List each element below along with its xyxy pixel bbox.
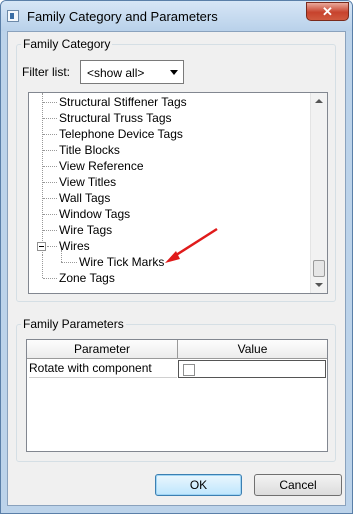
tree-item-label: View Titles — [59, 175, 117, 189]
scroll-down-icon[interactable] — [315, 283, 323, 287]
window-title: Family Category and Parameters — [27, 9, 218, 24]
tree-scrollbar[interactable] — [310, 93, 327, 293]
category-tree[interactable]: Structural Stiffener Tags Structural Tru… — [28, 92, 328, 294]
tree-connector — [43, 214, 57, 215]
tree-item-label: Telephone Device Tags — [59, 127, 183, 141]
tree-item-label: Wires — [59, 239, 90, 253]
tree-connector — [43, 150, 57, 151]
tree-connector — [43, 182, 57, 183]
tree-item-label: Structural Stiffener Tags — [59, 95, 187, 109]
app-icon — [7, 10, 19, 22]
parameters-table: Parameter Value Rotate with component — [26, 339, 328, 452]
tree-item-label: Wire Tags — [59, 223, 113, 237]
value-cell[interactable] — [178, 360, 326, 378]
tree-connector — [43, 230, 57, 231]
scrollbar-thumb[interactable] — [313, 260, 325, 277]
title-bar[interactable]: Family Category and Parameters ✕ — [1, 1, 352, 31]
tree-connector — [47, 246, 57, 247]
tree-connector — [43, 198, 57, 199]
tree-item-label: View Reference — [59, 159, 144, 173]
tree-connector-line — [42, 93, 43, 253]
family-parameters-label: Family Parameters — [21, 317, 126, 331]
tree-item-label: Wall Tags — [59, 191, 111, 205]
tree-connector — [61, 250, 62, 262]
tree-item-label: Title Blocks — [59, 143, 120, 157]
tree-connector — [43, 102, 57, 103]
filter-list-label: Filter list: — [22, 65, 70, 79]
chevron-down-icon — [170, 70, 178, 75]
tree-connector — [43, 166, 57, 167]
tree-connector — [42, 254, 43, 278]
tree-connector — [43, 118, 57, 119]
scroll-up-icon[interactable] — [315, 99, 323, 103]
tree-connector — [43, 134, 57, 135]
cancel-button[interactable]: Cancel — [254, 474, 342, 496]
rotate-with-component-checkbox[interactable] — [183, 364, 195, 376]
tree-connector — [61, 262, 77, 263]
tree-item-label: Window Tags — [59, 207, 131, 221]
filter-list-value: <show all> — [87, 66, 145, 80]
tree-connector — [43, 278, 57, 279]
family-category-label: Family Category — [21, 37, 113, 51]
tree-item-label: Zone Tags — [59, 271, 115, 285]
tree-item-label: Structural Truss Tags — [59, 111, 172, 125]
ok-button[interactable]: OK — [155, 474, 242, 496]
column-header-parameter[interactable]: Parameter — [27, 340, 178, 359]
column-header-value[interactable]: Value — [178, 340, 327, 359]
tree-item-label: Wire Tick Marks — [79, 255, 165, 269]
collapse-icon[interactable] — [37, 242, 46, 251]
filter-list-dropdown[interactable]: <show all> — [80, 60, 184, 84]
close-button[interactable]: ✕ — [306, 2, 349, 21]
parameter-name-cell: Rotate with component — [29, 360, 177, 378]
